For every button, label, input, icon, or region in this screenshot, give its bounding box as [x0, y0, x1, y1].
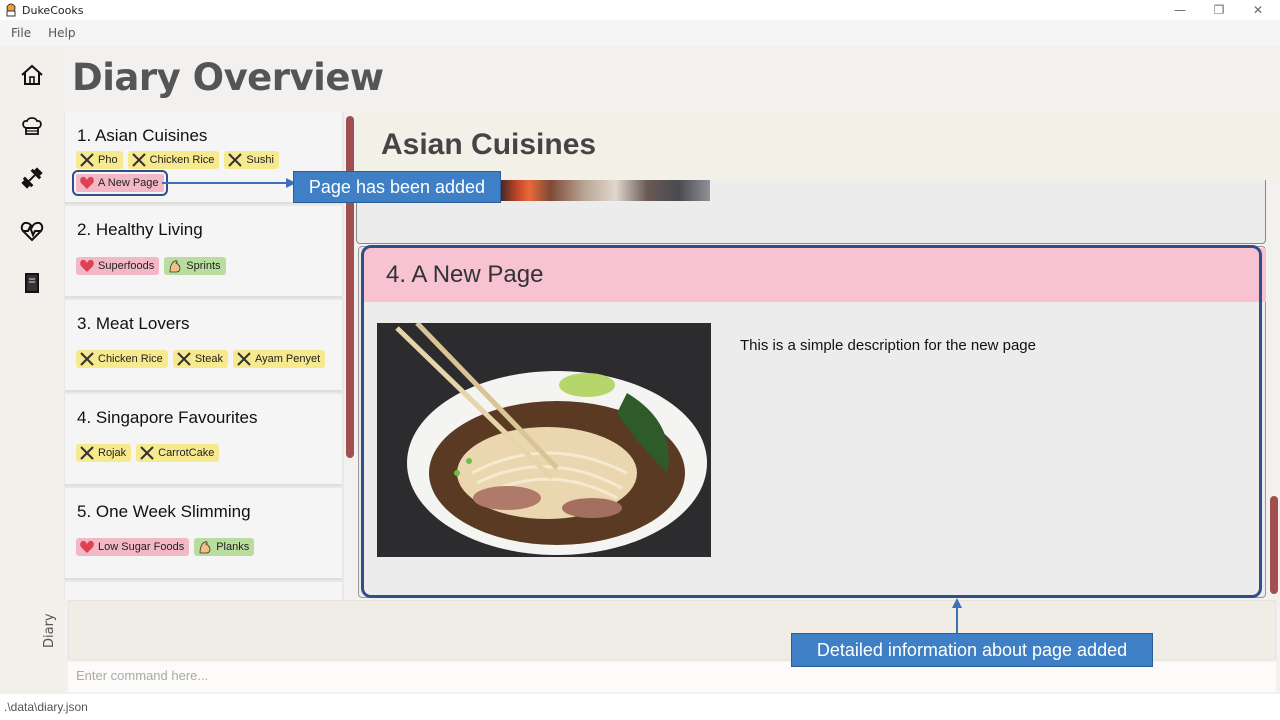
close-button[interactable]: ✕ — [1238, 0, 1278, 20]
page-card-highlight — [361, 245, 1262, 598]
menu-help[interactable]: Help — [42, 26, 81, 40]
exercise-dumbbell-icon[interactable] — [20, 166, 44, 190]
tag-label: Planks — [216, 541, 250, 553]
food-tag[interactable]: Chicken Rice — [127, 151, 220, 169]
previous-page-image — [500, 180, 710, 201]
diary-card[interactable]: 4. Singapore Favourites Rojak CarrotCake — [65, 394, 342, 486]
utensils-icon — [80, 352, 94, 366]
page-title: Diary Overview — [72, 56, 384, 99]
tag-label: Low Sugar Foods — [98, 541, 185, 553]
health-tag[interactable]: Low Sugar Foods — [76, 538, 190, 556]
health-tag-new-page[interactable]: A New Page — [72, 170, 168, 196]
tag-label: Superfoods — [98, 260, 155, 272]
title-bar: DukeCooks — ❐ ✕ — [0, 0, 1280, 20]
home-icon[interactable] — [20, 63, 44, 87]
diary-card[interactable]: 3. Meat Lovers Chicken Rice Steak Ayam P… — [65, 300, 342, 392]
utensils-icon — [80, 446, 94, 460]
diary-title: 3. Meat Lovers — [77, 314, 190, 333]
diary-title: 1. Asian Cuisines — [77, 126, 208, 145]
tag-label: A New Page — [98, 177, 159, 189]
menu-file[interactable]: File — [5, 26, 37, 40]
diary-list-scroll-thumb[interactable] — [346, 116, 354, 458]
utensils-icon — [140, 446, 154, 460]
callout-page-added: Page has been added — [293, 171, 501, 203]
food-tag[interactable]: Chicken Rice — [76, 350, 168, 368]
health-heartbeat-icon[interactable] — [20, 219, 44, 243]
utensils-icon — [131, 153, 146, 167]
food-tag[interactable]: Sushi — [224, 151, 279, 169]
tag-label: Pho — [98, 154, 118, 166]
recipe-chef-icon[interactable] — [20, 114, 44, 138]
detail-scroll-thumb[interactable] — [1270, 496, 1278, 594]
heart-icon — [80, 176, 94, 189]
food-tag[interactable]: Rojak — [76, 444, 132, 462]
menu-bar: File Help — [0, 20, 1280, 46]
tag-label: Steak — [194, 353, 223, 365]
diary-title: 2. Healthy Living — [77, 220, 203, 239]
callout-detail-info: Detailed information about page added — [791, 633, 1153, 667]
exercise-tag[interactable]: Sprints — [164, 257, 226, 275]
diary-card[interactable]: 2. Healthy Living Superfoods Sprints — [65, 206, 342, 298]
tag-label: Chicken Rice — [149, 154, 215, 166]
status-bar: .\data\diary.json — [0, 694, 1280, 720]
tag-label: Rojak — [98, 447, 127, 459]
food-tag[interactable]: Ayam Penyet — [232, 350, 326, 368]
heart-icon — [80, 259, 94, 272]
diary-book-icon[interactable] — [20, 271, 44, 295]
section-header: Asian Cuisines — [356, 112, 1280, 180]
annotation-arrow-line — [956, 604, 958, 634]
food-tag[interactable]: CarrotCake — [136, 444, 220, 462]
section-title: Asian Cuisines — [381, 128, 597, 161]
food-tag[interactable]: Steak — [172, 350, 228, 368]
utensils-icon — [177, 352, 191, 366]
minimize-button[interactable]: — — [1160, 0, 1200, 20]
diary-title: 4. Singapore Favourites — [77, 408, 258, 427]
restore-button[interactable]: ❐ — [1199, 0, 1239, 20]
tag-label: Sushi — [246, 154, 274, 166]
diary-sidebar-label: Diary — [42, 613, 57, 648]
annotation-arrow-line — [162, 182, 294, 184]
tag-label: Sprints — [186, 260, 221, 272]
chef-hat-icon — [6, 3, 16, 17]
exercise-tag[interactable]: Planks — [194, 538, 255, 556]
tag-label: Ayam Penyet — [254, 353, 321, 365]
arrow-head-icon — [952, 598, 962, 608]
diary-title: 5. One Week Slimming — [77, 502, 251, 521]
heart-icon — [80, 540, 94, 553]
utensils-icon — [237, 352, 251, 366]
tag-label: CarrotCake — [158, 447, 215, 459]
utensils-icon — [80, 153, 94, 167]
health-tag[interactable]: Superfoods — [76, 257, 160, 275]
flexed-arm-icon — [169, 260, 181, 273]
diary-card[interactable]: 5. One Week Slimming Low Sugar Foods Pla… — [65, 488, 342, 580]
flexed-arm-icon — [199, 541, 211, 554]
status-path: .\data\diary.json — [4, 700, 88, 714]
diary-card-partial[interactable] — [65, 582, 342, 600]
tag-label: Chicken Rice — [98, 353, 163, 365]
window-title: DukeCooks — [22, 3, 84, 17]
food-tag[interactable]: Pho — [76, 151, 123, 169]
utensils-icon — [228, 153, 243, 167]
command-input[interactable] — [76, 668, 1266, 683]
